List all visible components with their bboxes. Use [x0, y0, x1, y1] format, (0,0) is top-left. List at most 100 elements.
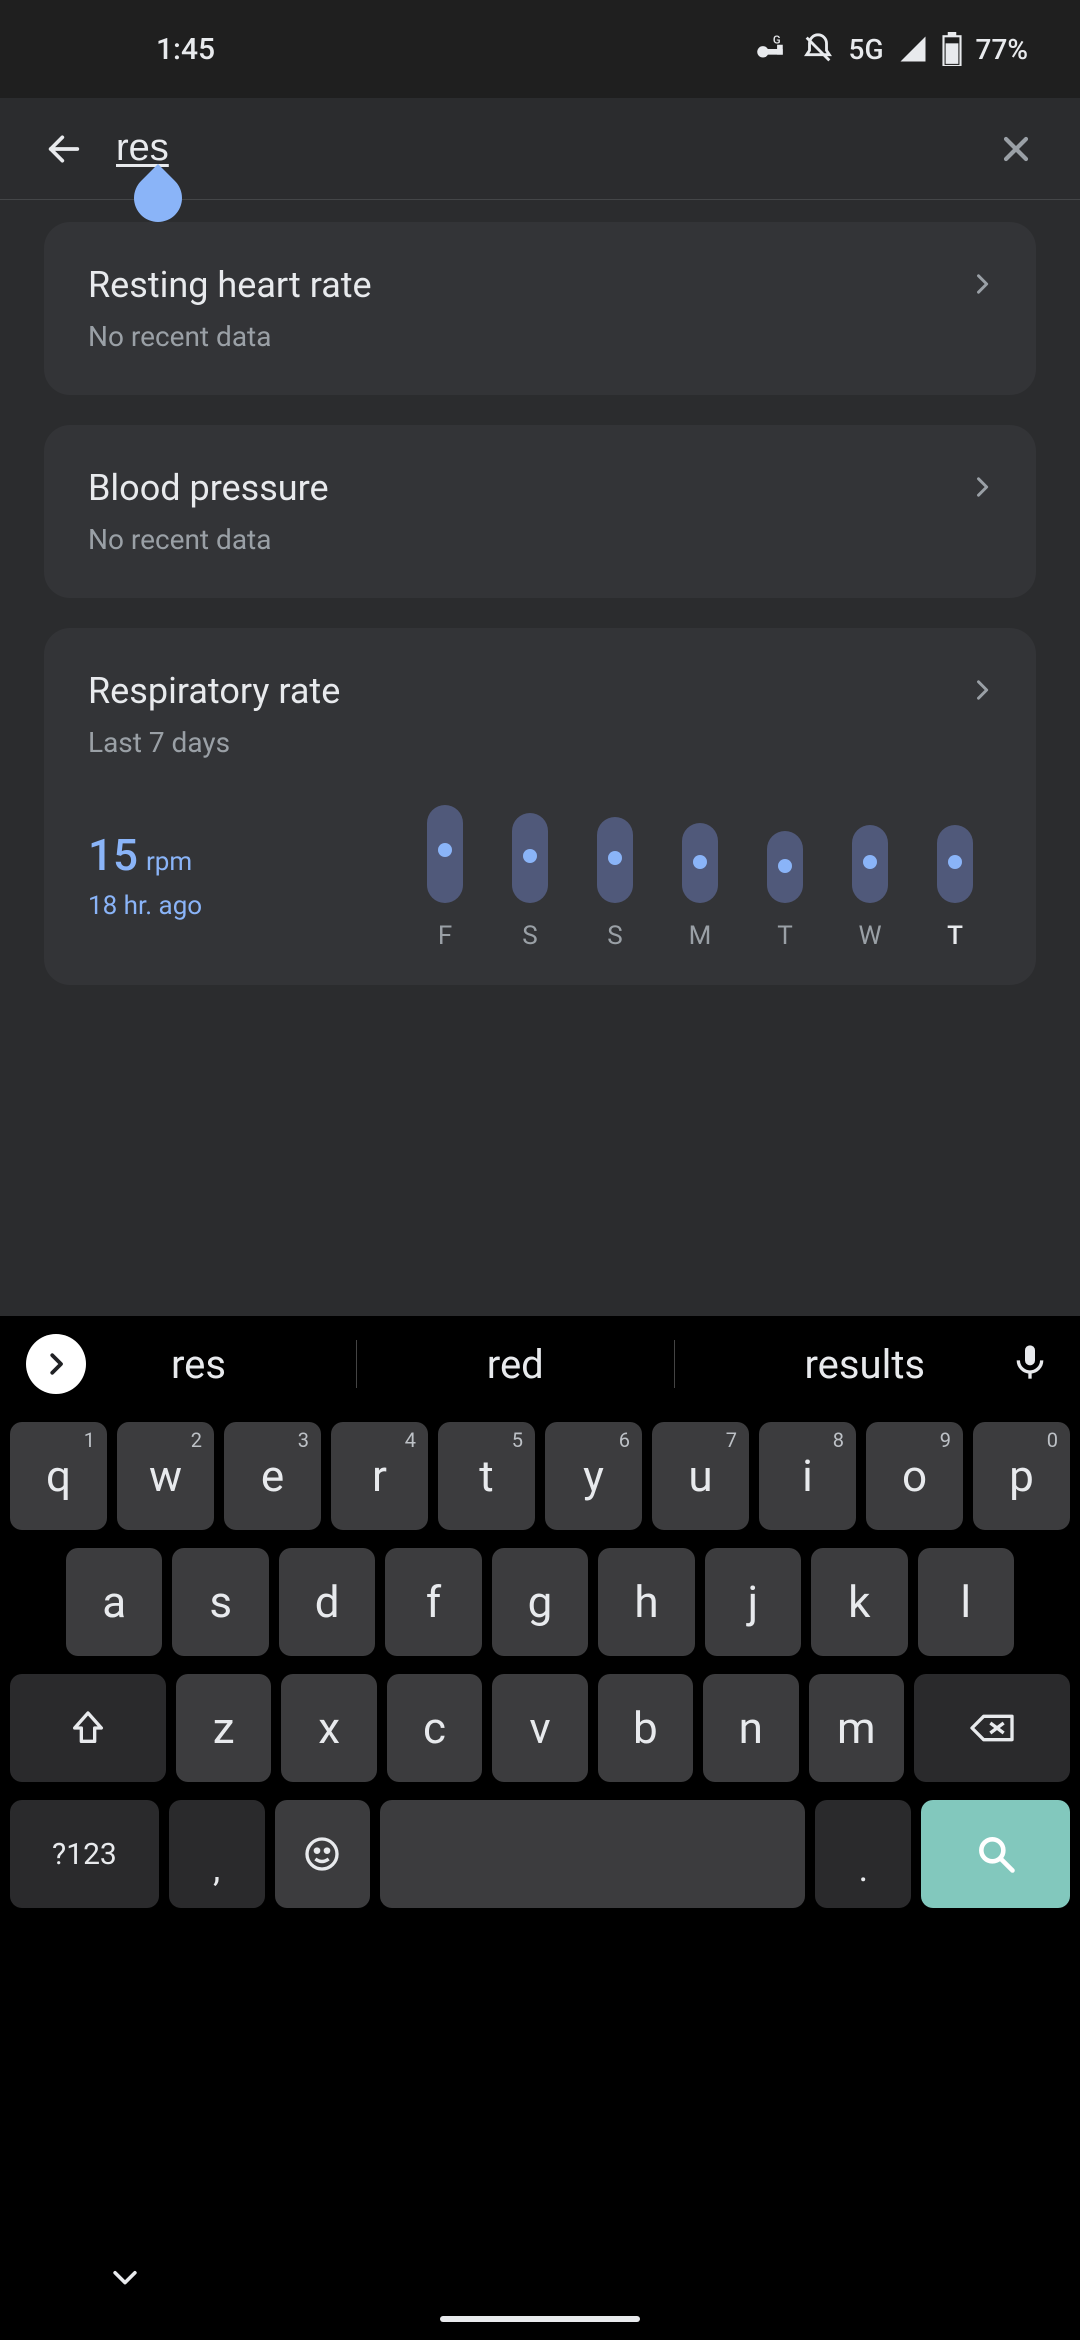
- nav-home-pill[interactable]: [440, 2316, 640, 2322]
- bar-label: T: [947, 921, 963, 951]
- bar-label: W: [858, 921, 881, 951]
- chevron-right-icon: [968, 676, 996, 708]
- data-point-dot: [863, 855, 877, 869]
- data-point-dot: [778, 859, 792, 873]
- battery-icon: [942, 32, 962, 66]
- key-s[interactable]: s: [172, 1548, 268, 1656]
- mic-button[interactable]: [1010, 1342, 1054, 1386]
- bar-label: S: [522, 921, 537, 951]
- key-o[interactable]: 9o: [866, 1422, 963, 1530]
- divider: [674, 1340, 675, 1388]
- card-blood-pressure[interactable]: Blood pressure No recent data: [44, 425, 1036, 598]
- card-subtitle: No recent data: [88, 523, 992, 556]
- search-results: Resting heart rate No recent data Blood …: [0, 200, 1080, 1316]
- key-row-3: zxcvbnm: [10, 1674, 1070, 1782]
- chevron-right-icon: [968, 270, 996, 302]
- bar: [682, 823, 718, 903]
- emoji-key[interactable]: [275, 1800, 371, 1908]
- suggestion-3[interactable]: results: [765, 1341, 966, 1388]
- period-key[interactable]: .: [815, 1800, 911, 1908]
- key-rows: 1q2w3e4r5t6y7u8i9o0p asdfghjkl zxcvbnm ?…: [0, 1412, 1080, 1908]
- key-e[interactable]: 3e: [224, 1422, 321, 1530]
- key-c[interactable]: c: [387, 1674, 482, 1782]
- key-u[interactable]: 7u: [652, 1422, 749, 1530]
- chart-bar-t: T: [928, 825, 982, 951]
- signal-icon: [898, 34, 928, 64]
- bar-label: M: [689, 921, 712, 951]
- card-resting-heart-rate[interactable]: Resting heart rate No recent data: [44, 222, 1036, 395]
- suggestion-1[interactable]: res: [131, 1341, 266, 1388]
- status-time: 1:45: [156, 32, 215, 67]
- chart-bar-m: M: [673, 823, 727, 951]
- dnd-icon: [801, 32, 835, 66]
- key-q[interactable]: 1q: [10, 1422, 107, 1530]
- data-point-dot: [523, 849, 537, 863]
- key-t[interactable]: 5t: [438, 1422, 535, 1530]
- key-g[interactable]: g: [492, 1548, 588, 1656]
- bar: [597, 817, 633, 903]
- card-subtitle: Last 7 days: [88, 726, 992, 759]
- nav-bar: [0, 2240, 1080, 2340]
- key-m[interactable]: m: [809, 1674, 904, 1782]
- key-d[interactable]: d: [279, 1548, 375, 1656]
- space-key[interactable]: [380, 1800, 805, 1908]
- key-f[interactable]: f: [385, 1548, 481, 1656]
- search-input[interactable]: [116, 127, 992, 170]
- keyboard-collapse-icon[interactable]: [108, 2260, 142, 2298]
- respiratory-unit: rpm: [146, 847, 192, 877]
- card-subtitle: No recent data: [88, 320, 992, 353]
- key-p[interactable]: 0p: [973, 1422, 1070, 1530]
- key-j[interactable]: j: [705, 1548, 801, 1656]
- card-title: Resting heart rate: [88, 264, 992, 306]
- battery-label: 77%: [976, 33, 1028, 66]
- key-h[interactable]: h: [598, 1548, 694, 1656]
- expand-suggestions-button[interactable]: [26, 1334, 86, 1394]
- chevron-right-icon: [968, 473, 996, 505]
- backspace-key[interactable]: [914, 1674, 1070, 1782]
- search-input-wrap: [116, 127, 992, 170]
- bar-label: F: [438, 921, 452, 951]
- data-point-dot: [608, 851, 622, 865]
- key-y[interactable]: 6y: [545, 1422, 642, 1530]
- card-title: Respiratory rate: [88, 670, 992, 712]
- back-button[interactable]: [40, 125, 88, 173]
- network-label: 5G: [849, 33, 884, 66]
- key-row-4: ?123 , .: [10, 1800, 1070, 1908]
- key-r[interactable]: 4r: [331, 1422, 428, 1530]
- bar-label: T: [777, 921, 793, 951]
- keyboard: res red results 1q2w3e4r5t6y7u8i9o0p asd…: [0, 1316, 1080, 2340]
- chart-bar-t: T: [758, 831, 812, 951]
- key-row-1: 1q2w3e4r5t6y7u8i9o0p: [10, 1422, 1070, 1530]
- data-point-dot: [438, 843, 452, 857]
- card-respiratory-rate[interactable]: Respiratory rate Last 7 days 15 rpm 18 h…: [44, 628, 1036, 985]
- chart-bar-s: S: [503, 813, 557, 951]
- clear-button[interactable]: [992, 125, 1040, 173]
- bar: [427, 805, 463, 903]
- key-k[interactable]: k: [811, 1548, 907, 1656]
- comma-key[interactable]: ,: [169, 1800, 265, 1908]
- key-i[interactable]: 8i: [759, 1422, 856, 1530]
- key-z[interactable]: z: [176, 1674, 271, 1782]
- key-x[interactable]: x: [281, 1674, 376, 1782]
- key-w[interactable]: 2w: [117, 1422, 214, 1530]
- key-icon: G: [753, 32, 787, 66]
- divider: [356, 1340, 357, 1388]
- chart-bar-w: W: [843, 825, 897, 951]
- respiratory-value: 15: [88, 829, 138, 881]
- bar: [852, 825, 888, 903]
- shift-key[interactable]: [10, 1674, 166, 1782]
- data-point-dot: [693, 855, 707, 869]
- svg-text:G: G: [772, 32, 780, 46]
- bar: [937, 825, 973, 903]
- key-b[interactable]: b: [598, 1674, 693, 1782]
- key-l[interactable]: l: [918, 1548, 1014, 1656]
- respiratory-chart: FSSMTWT: [418, 805, 992, 951]
- card-title: Blood pressure: [88, 467, 992, 509]
- symbols-key[interactable]: ?123: [10, 1800, 159, 1908]
- key-a[interactable]: a: [66, 1548, 162, 1656]
- search-key[interactable]: [921, 1800, 1070, 1908]
- bar: [512, 813, 548, 903]
- key-n[interactable]: n: [703, 1674, 798, 1782]
- key-v[interactable]: v: [492, 1674, 587, 1782]
- suggestion-2[interactable]: red: [447, 1341, 584, 1388]
